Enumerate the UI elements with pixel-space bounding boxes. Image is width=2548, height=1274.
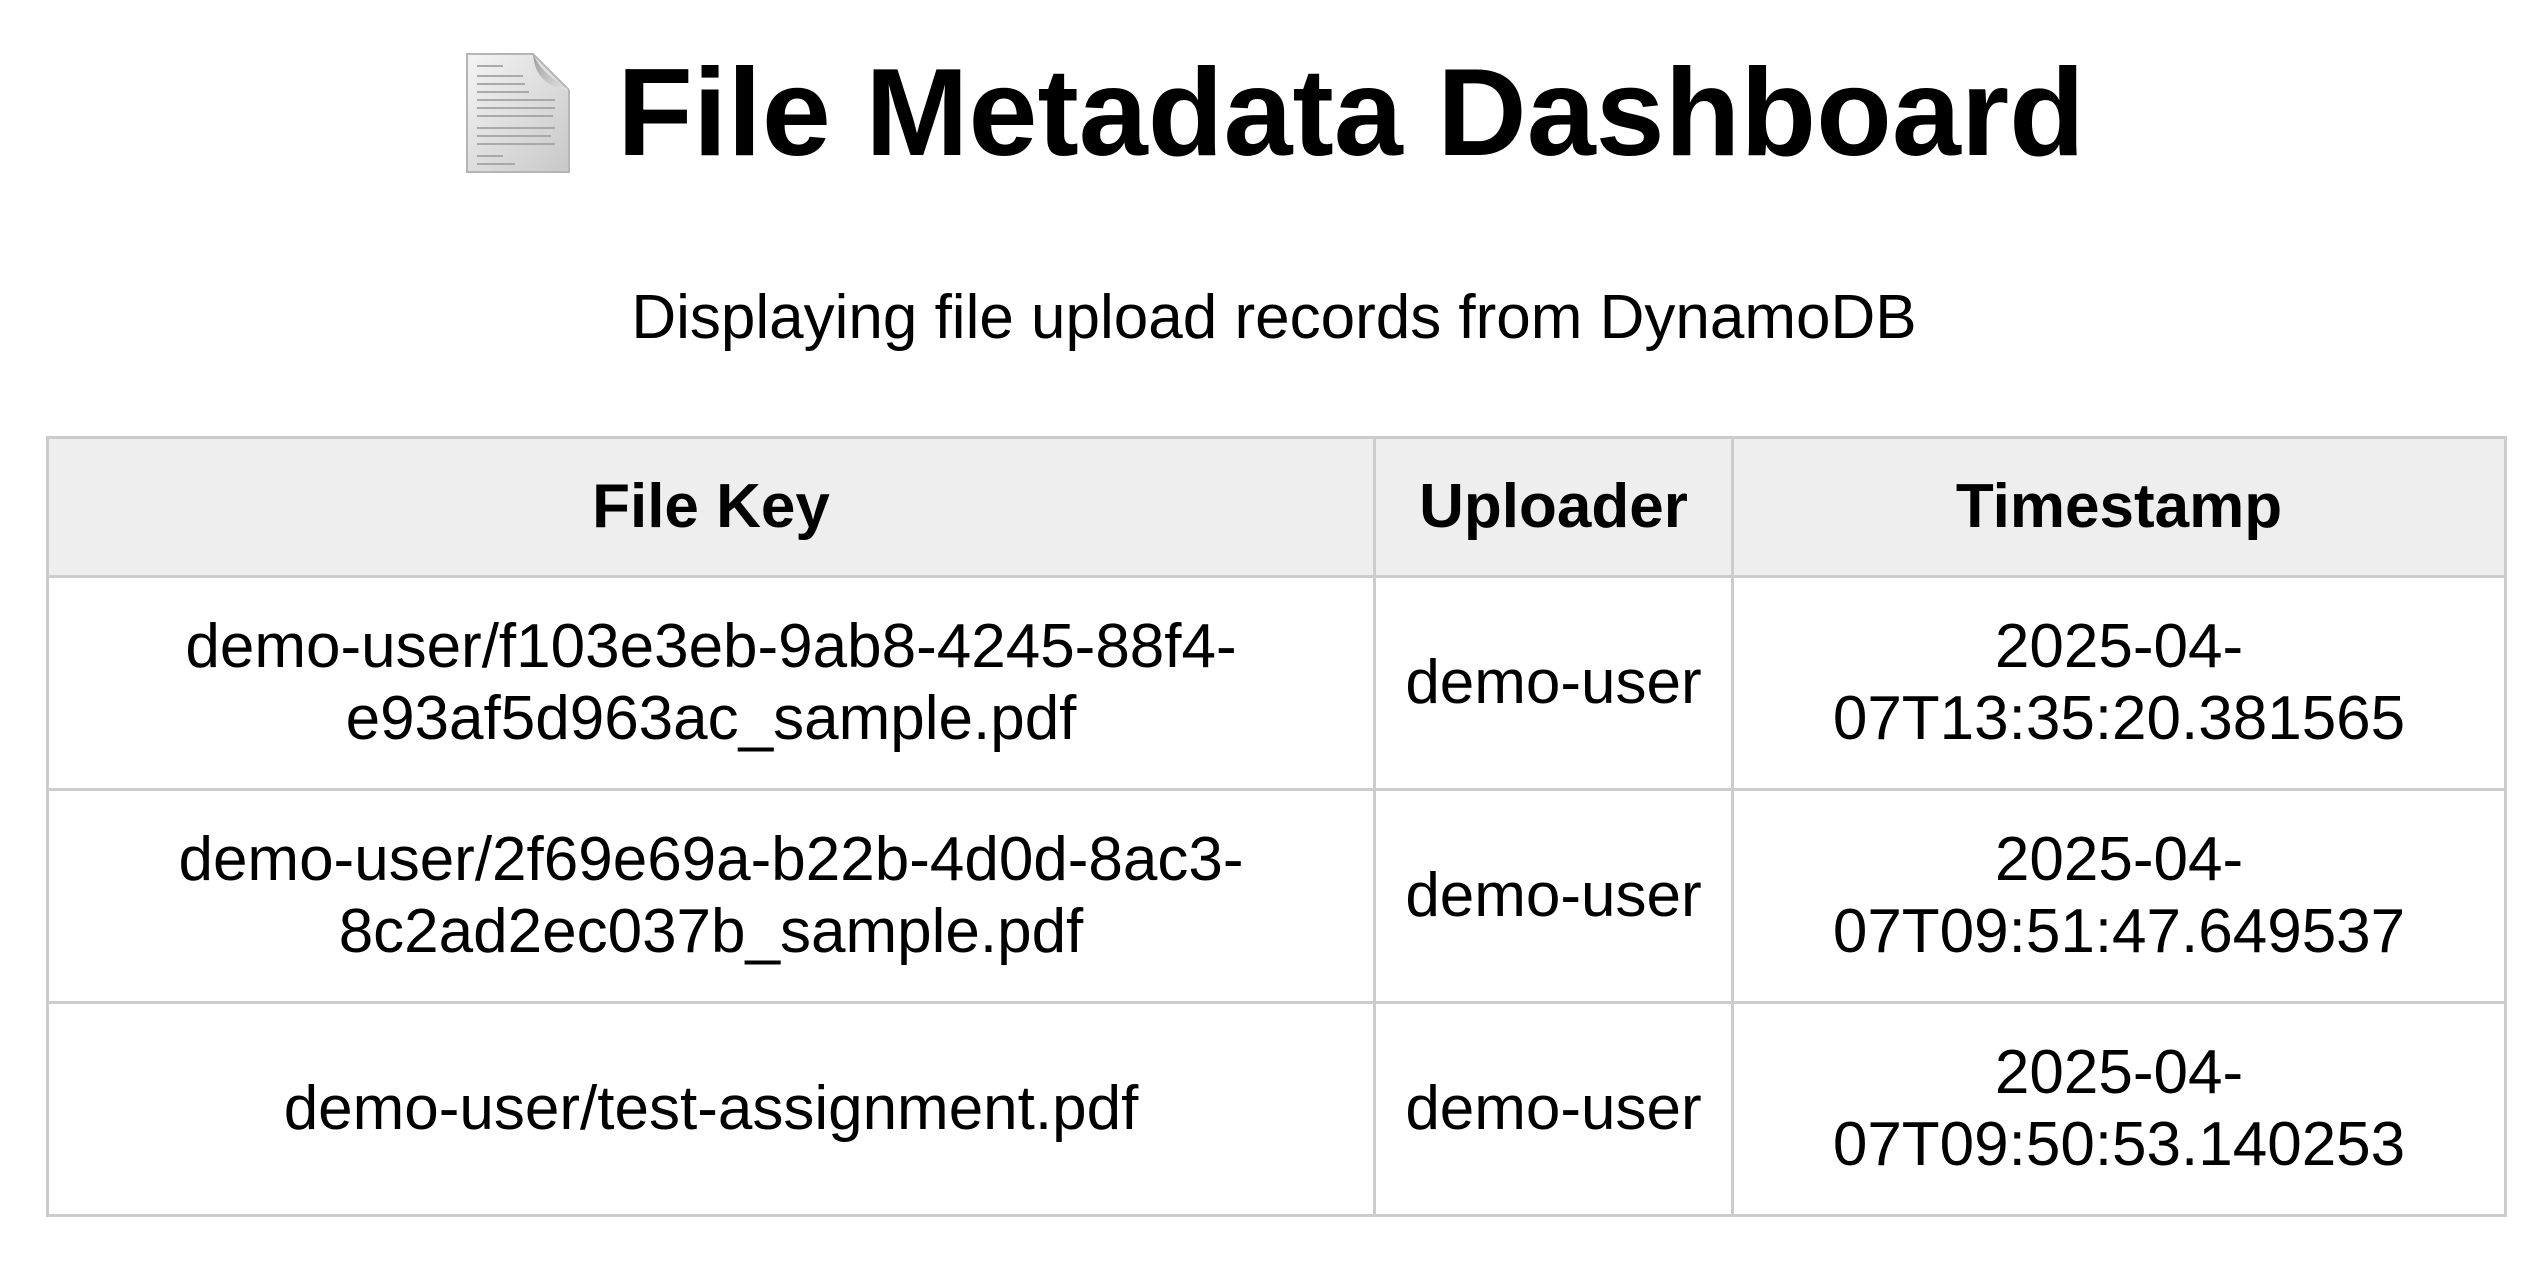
column-header-uploader: Uploader xyxy=(1373,436,1734,578)
page-facing-up-icon xyxy=(463,50,573,176)
table-header-row: File Key Uploader Timestamp xyxy=(46,436,2507,578)
table-row: demo-user/f103e3eb-9ab8-4245-88f4-e93af5… xyxy=(46,575,2507,791)
timestamp-cell: 2025-04-07T13:35:20.381565 xyxy=(1731,575,2507,791)
file-key-cell: demo-user/2f69e69a-b22b-4d0d-8ac3-8c2ad2… xyxy=(46,788,1376,1004)
uploader-cell: demo-user xyxy=(1373,575,1734,791)
timestamp-cell: 2025-04-07T09:51:47.649537 xyxy=(1731,788,2507,1004)
page-title: File Metadata Dashboard xyxy=(617,44,2085,182)
timestamp-cell: 2025-04-07T09:50:53.140253 xyxy=(1731,1001,2507,1217)
uploader-cell: demo-user xyxy=(1373,788,1734,1004)
column-header-file-key: File Key xyxy=(46,436,1376,578)
file-key-cell: demo-user/test-assignment.pdf xyxy=(46,1001,1376,1217)
file-records-table: File Key Uploader Timestamp demo-user/f1… xyxy=(46,436,2507,1217)
page-header: File Metadata Dashboard xyxy=(0,28,2548,198)
file-key-cell: demo-user/f103e3eb-9ab8-4245-88f4-e93af5… xyxy=(46,575,1376,791)
table-row: demo-user/2f69e69a-b22b-4d0d-8ac3-8c2ad2… xyxy=(46,788,2507,1004)
page-subtitle: Displaying file upload records from Dyna… xyxy=(631,283,1917,352)
table-row: demo-user/test-assignment.pdf demo-user … xyxy=(46,1001,2507,1217)
uploader-cell: demo-user xyxy=(1373,1001,1734,1217)
column-header-timestamp: Timestamp xyxy=(1731,436,2507,578)
